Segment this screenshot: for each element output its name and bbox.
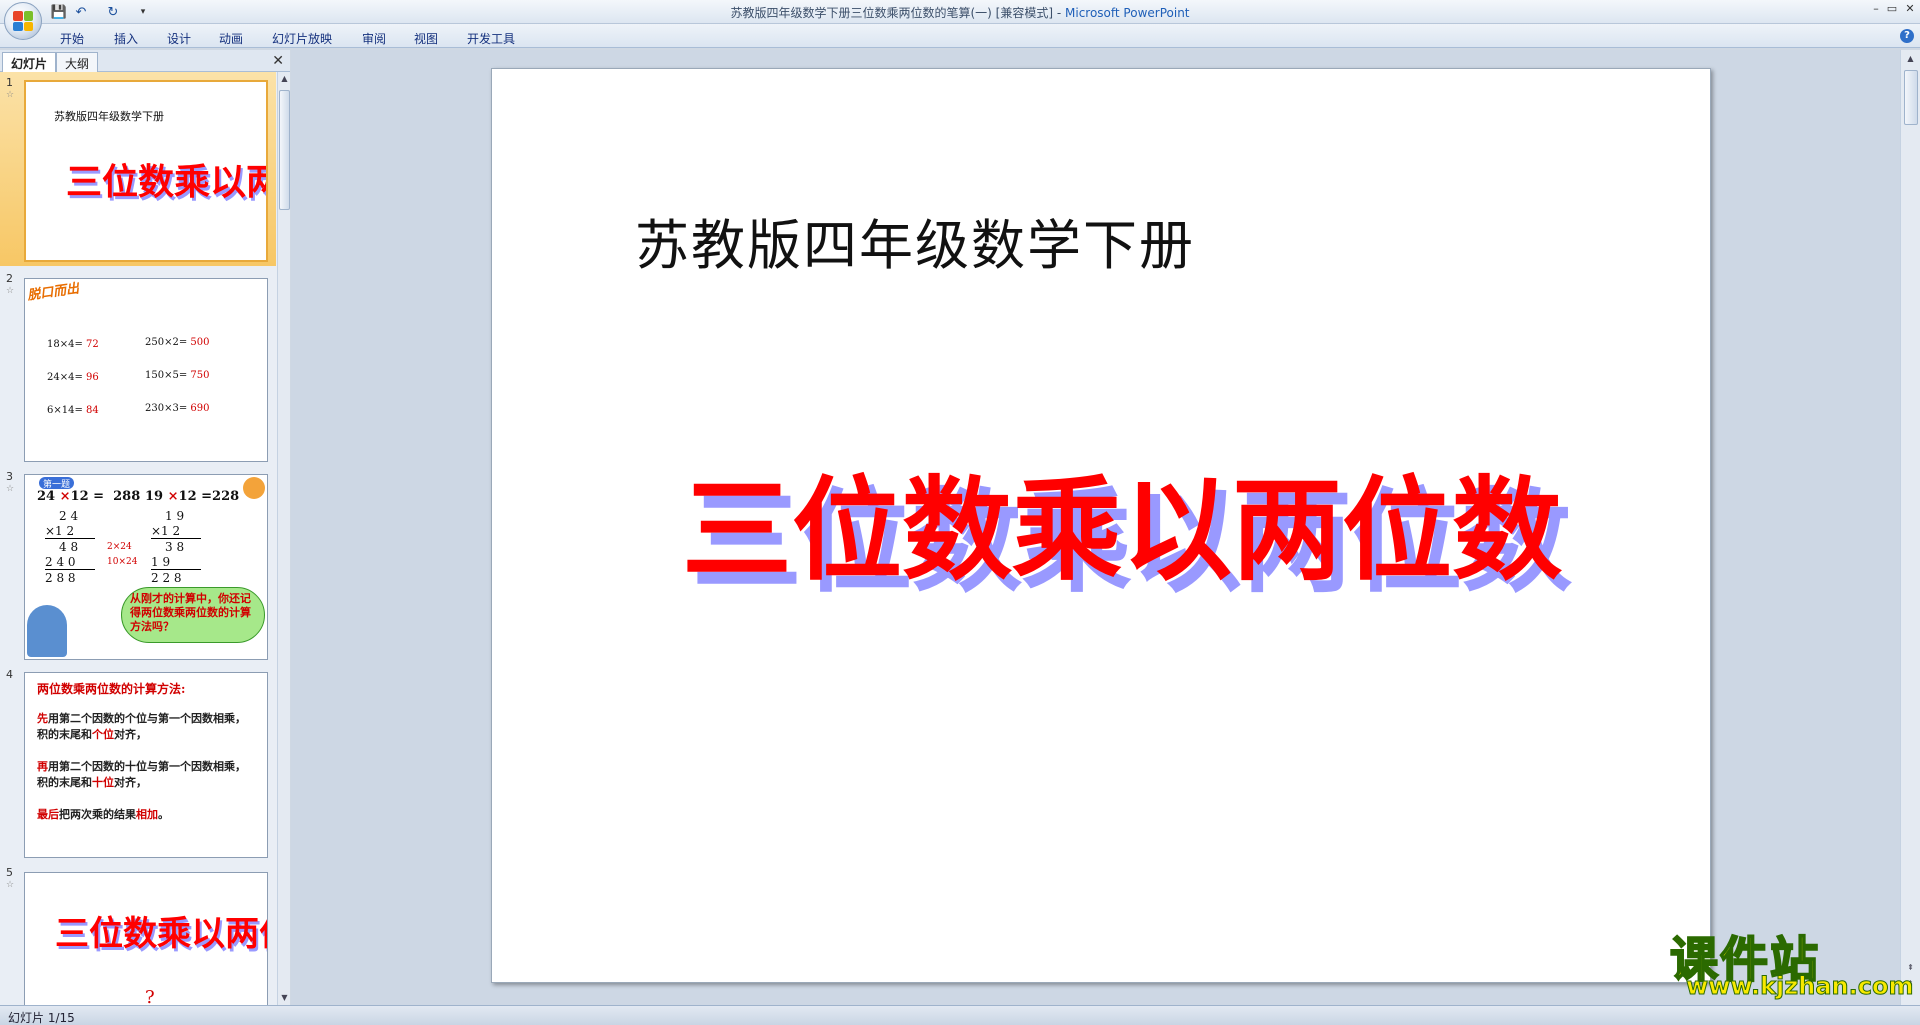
slide-edit-area: 苏教版四年级数学下册 三位数乘以两位数 三位数乘以两位数 xyxy=(291,50,1900,1005)
thumb-expr: 250×2= 500 xyxy=(145,337,210,348)
slide-scrollbar[interactable]: ▲ ⇞ ⇟ xyxy=(1900,50,1920,1005)
window-title: 苏教版四年级数学下册三位数乘两位数的笔算(一) [兼容模式] - Microso… xyxy=(0,4,1920,21)
scroll-up-icon[interactable]: ▲ xyxy=(278,72,291,86)
thumb-wordart: 三位数乘以两位数 三位数乘以两位数 xyxy=(66,162,268,206)
ribbon-tabs: 开始 插入 设计 动画 幻灯片放映 审阅 视图 开发工具 ? xyxy=(0,24,1920,48)
tab-design[interactable]: 设计 xyxy=(167,30,191,47)
thumbnail-preview: 三位数乘以两位数 三位数乘以两位数 ? xyxy=(24,872,268,1005)
cartoon-face-icon xyxy=(243,477,265,499)
slide-thumbnail-3[interactable]: 3 ☆ 第一题 24 ×12 = 288 19 ×12 =228 2 4 ×1 … xyxy=(0,466,276,662)
tab-view[interactable]: 视图 xyxy=(414,30,438,47)
thumb-question-mark: ? xyxy=(145,987,155,1005)
tab-outline[interactable]: 大纲 xyxy=(56,52,99,72)
slide-subtitle[interactable]: 苏教版四年级数学下册 xyxy=(635,201,1195,280)
thumb-subtitle: 苏教版四年级数学下册 xyxy=(54,110,164,123)
thumb-badge: 脱口而出 xyxy=(26,281,81,304)
slide-thumbnail-5[interactable]: 5 ☆ 三位数乘以两位数 三位数乘以两位数 ? xyxy=(0,862,276,1005)
thumb-paragraph: 再用第二个因数的十位与第一个因数相乘，积的末尾和十位对齐， xyxy=(37,760,246,789)
thumb-heading: 两位数乘两位数的计算方法: xyxy=(37,682,186,696)
slide-thumbnail-1[interactable]: 1 ☆ 苏教版四年级数学下册 三位数乘以两位数 三位数乘以两位数 xyxy=(0,72,276,266)
thumb-equation-1: 24 ×12 = 288 xyxy=(37,489,141,504)
scroll-down-icon[interactable]: ▼ xyxy=(278,991,291,1005)
thumb-expr: 150×5= 750 xyxy=(145,370,210,381)
help-icon[interactable]: ? xyxy=(1900,29,1914,43)
calc-line: 4 8 xyxy=(59,540,79,554)
calc-line: ×1 2 xyxy=(151,524,201,539)
thumb-expr: 18×4= 72 xyxy=(47,339,99,350)
slide-wordart-title[interactable]: 三位数乘以两位数 三位数乘以两位数 xyxy=(672,339,1592,669)
site-watermark: 课件站 www.kjzhan.com xyxy=(1669,920,1914,1004)
thumb-paragraph: 先用第二个因数的个位与第一个因数相乘，积的末尾和个位对齐， xyxy=(37,712,246,741)
svg-text:三位数乘以两位数: 三位数乘以两位数 xyxy=(66,162,268,203)
thumb-paragraph: 最后把两次乘的结果相加。 xyxy=(37,808,169,821)
slide-thumbnail-2[interactable]: 2 ☆ 脱口而出 18×4= 72 24×4= 96 6×14= 84 250×… xyxy=(0,268,276,464)
thumb-expr: 24×4= 96 xyxy=(47,372,99,383)
tab-slideshow[interactable]: 幻灯片放映 xyxy=(272,30,332,47)
slide-thumbnails: 1 ☆ 苏教版四年级数学下册 三位数乘以两位数 三位数乘以两位数 2 ☆ 脱口而… xyxy=(0,72,276,1005)
animation-star-icon: ☆ xyxy=(6,90,15,100)
thumb-wordart: 三位数乘以两位数 三位数乘以两位数 xyxy=(55,914,268,957)
student-avatar-icon xyxy=(27,605,67,657)
office-button[interactable] xyxy=(4,2,42,40)
calc-note: 10×24 xyxy=(107,557,138,567)
calc-line: 2 4 0 xyxy=(45,555,95,570)
thumb-expr: 6×14= 84 xyxy=(47,405,99,416)
slide-canvas[interactable]: 苏教版四年级数学下册 三位数乘以两位数 三位数乘以两位数 xyxy=(491,68,1711,983)
thumb-expr: 230×3= 690 xyxy=(145,403,210,414)
slide-number: 5 xyxy=(6,866,13,879)
thumb-equation-2: 19 ×12 =228 xyxy=(145,489,240,504)
animation-star-icon: ☆ xyxy=(6,880,15,890)
close-icon[interactable]: ✕ xyxy=(1902,2,1918,16)
calc-line: 1 9 xyxy=(165,509,185,523)
calc-line: 3 8 xyxy=(165,540,185,554)
thumbnail-preview: 第一题 24 ×12 = 288 19 ×12 =228 2 4 ×1 2 4 … xyxy=(24,474,268,660)
title-bar: 💾 ↶ ↻ ▾ 苏教版四年级数学下册三位数乘两位数的笔算(一) [兼容模式] -… xyxy=(0,0,1920,40)
thumbnail-preview: 脱口而出 18×4= 72 24×4= 96 6×14= 84 250×2= 5… xyxy=(24,278,268,462)
calc-note: 2×24 xyxy=(107,542,132,552)
tab-developer[interactable]: 开发工具 xyxy=(467,30,515,47)
calc-line: 2 8 8 xyxy=(45,571,76,585)
scroll-up-icon[interactable]: ▲ xyxy=(1904,52,1917,66)
document-name: 苏教版四年级数学下册三位数乘两位数的笔算(一) [兼容模式] - xyxy=(730,6,1065,20)
slide-thumbnail-4[interactable]: 4 两位数乘两位数的计算方法: 先用第二个因数的个位与第一个因数相乘，积的末尾和… xyxy=(0,664,276,860)
thumbnail-preview: 苏教版四年级数学下册 三位数乘以两位数 三位数乘以两位数 xyxy=(24,80,268,262)
animation-star-icon: ☆ xyxy=(6,286,15,296)
svg-text:三位数乘以两位数: 三位数乘以两位数 xyxy=(55,914,268,954)
app-name: Microsoft PowerPoint xyxy=(1065,6,1190,20)
tab-review[interactable]: 审阅 xyxy=(362,30,386,47)
tab-insert[interactable]: 插入 xyxy=(114,30,138,47)
minimize-icon[interactable]: – xyxy=(1868,2,1884,16)
restore-icon[interactable]: ▭ xyxy=(1884,2,1900,16)
calc-line: 2 2 8 xyxy=(151,571,182,585)
pane-tabs: 幻灯片 大纲 ✕ xyxy=(0,50,290,72)
calc-line: 1 9 xyxy=(151,555,201,570)
slide-number: 3 xyxy=(6,470,13,483)
tab-animations[interactable]: 动画 xyxy=(219,30,243,47)
calc-line: ×1 2 xyxy=(45,524,95,539)
slides-pane: 幻灯片 大纲 ✕ 1 ☆ 苏教版四年级数学下册 三位数乘以两位数 三位数乘以两位… xyxy=(0,50,290,1005)
svg-text:三位数乘以两位数: 三位数乘以两位数 xyxy=(682,466,1562,596)
close-pane-icon[interactable]: ✕ xyxy=(272,53,284,69)
slide-number: 1 xyxy=(6,76,13,89)
office-logo-icon xyxy=(13,11,33,31)
scrollbar-thumb[interactable] xyxy=(279,90,290,210)
thumbnails-scrollbar[interactable]: ▲ ▼ xyxy=(277,72,290,1005)
calc-line: 2 4 xyxy=(59,509,79,523)
tab-slides[interactable]: 幻灯片 xyxy=(2,52,57,72)
thumbnail-preview: 两位数乘两位数的计算方法: 先用第二个因数的个位与第一个因数相乘，积的末尾和个位… xyxy=(24,672,268,858)
slide-counter: 幻灯片 1/15 xyxy=(8,1011,75,1025)
animation-star-icon: ☆ xyxy=(6,484,15,494)
thumb-badge: 第一题 xyxy=(39,477,75,490)
watermark-url: www.kjzhan.com xyxy=(1685,972,1914,1001)
status-bar: 幻灯片 1/15 xyxy=(0,1005,1920,1025)
scrollbar-thumb[interactable] xyxy=(1904,70,1918,125)
slide-number: 2 xyxy=(6,272,13,285)
slide-number: 4 xyxy=(6,668,13,681)
tab-home[interactable]: 开始 xyxy=(60,30,84,47)
speech-bubble: 从刚才的计算中，你还记得两位数乘两位数的计算方法吗？ xyxy=(121,587,265,643)
